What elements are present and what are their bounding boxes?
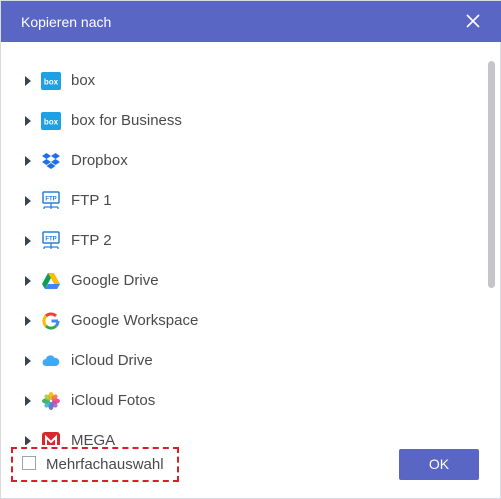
dialog-titlebar: Kopieren nach: [1, 1, 501, 42]
expand-caret-icon[interactable]: [24, 155, 32, 167]
copy-to-dialog: Kopieren nach box box box box for Busine…: [0, 0, 501, 499]
multi-select-checkbox[interactable]: [22, 456, 36, 470]
list-item-label: Google Drive: [71, 272, 159, 289]
list-item-label: MEGA: [71, 432, 116, 445]
close-icon: [466, 14, 480, 28]
expand-caret-icon[interactable]: [24, 355, 32, 367]
cloud-list: box box box box for Business Dropbox FTP…: [1, 42, 486, 445]
expand-caret-icon[interactable]: [24, 235, 32, 247]
expand-caret-icon[interactable]: [24, 315, 32, 327]
google-icon: [42, 312, 60, 330]
box-icon: box: [41, 112, 61, 130]
close-button[interactable]: [464, 12, 482, 30]
google-drive-icon: [42, 273, 60, 289]
list-item-google-workspace[interactable]: Google Workspace: [1, 301, 486, 341]
expand-caret-icon[interactable]: [24, 75, 32, 87]
list-item-label: box for Business: [71, 112, 182, 129]
box-icon: box: [41, 72, 61, 90]
list-item-label: Google Workspace: [71, 312, 199, 329]
list-item-icloud-fotos[interactable]: iCloud Fotos: [1, 381, 486, 421]
list-item-label: Dropbox: [71, 152, 128, 169]
expand-caret-icon[interactable]: [24, 435, 32, 445]
ftp-icon: FTP: [42, 231, 60, 249]
svg-text:box: box: [44, 118, 59, 127]
list-item-mega[interactable]: MEGA: [1, 421, 486, 445]
list-item-label: iCloud Fotos: [71, 392, 156, 409]
ok-button[interactable]: OK: [399, 449, 479, 480]
dropbox-icon: [42, 153, 60, 169]
icloud-photos-icon: [42, 392, 60, 410]
expand-caret-icon[interactable]: [24, 195, 32, 207]
list-item-dropbox[interactable]: Dropbox: [1, 141, 486, 181]
list-item-ftp-2[interactable]: FTP FTP 2: [1, 221, 486, 261]
list-scrollbar[interactable]: [488, 61, 495, 288]
expand-caret-icon[interactable]: [24, 115, 32, 127]
list-item-box-for-business[interactable]: box box for Business: [1, 101, 486, 141]
list-item-label: FTP 2: [71, 232, 112, 249]
list-item-box[interactable]: box box: [1, 61, 486, 101]
ftp-icon: FTP: [42, 191, 60, 209]
expand-caret-icon[interactable]: [24, 395, 32, 407]
svg-text:FTP: FTP: [45, 197, 56, 203]
list-item-label: iCloud Drive: [71, 352, 153, 369]
multi-select-label[interactable]: Mehrfachauswahl: [46, 456, 164, 473]
list-item-label: FTP 1: [71, 192, 112, 209]
icloud-icon: [42, 355, 60, 366]
expand-caret-icon[interactable]: [24, 275, 32, 287]
mega-icon: [42, 432, 60, 445]
list-item-label: box: [71, 72, 96, 89]
list-item-icloud-drive[interactable]: iCloud Drive: [1, 341, 486, 381]
svg-text:box: box: [44, 78, 59, 87]
list-item-ftp-1[interactable]: FTP FTP 1: [1, 181, 486, 221]
list-item-google-drive[interactable]: Google Drive: [1, 261, 486, 301]
svg-text:FTP: FTP: [45, 237, 56, 243]
dialog-title: Kopieren nach: [21, 14, 112, 30]
